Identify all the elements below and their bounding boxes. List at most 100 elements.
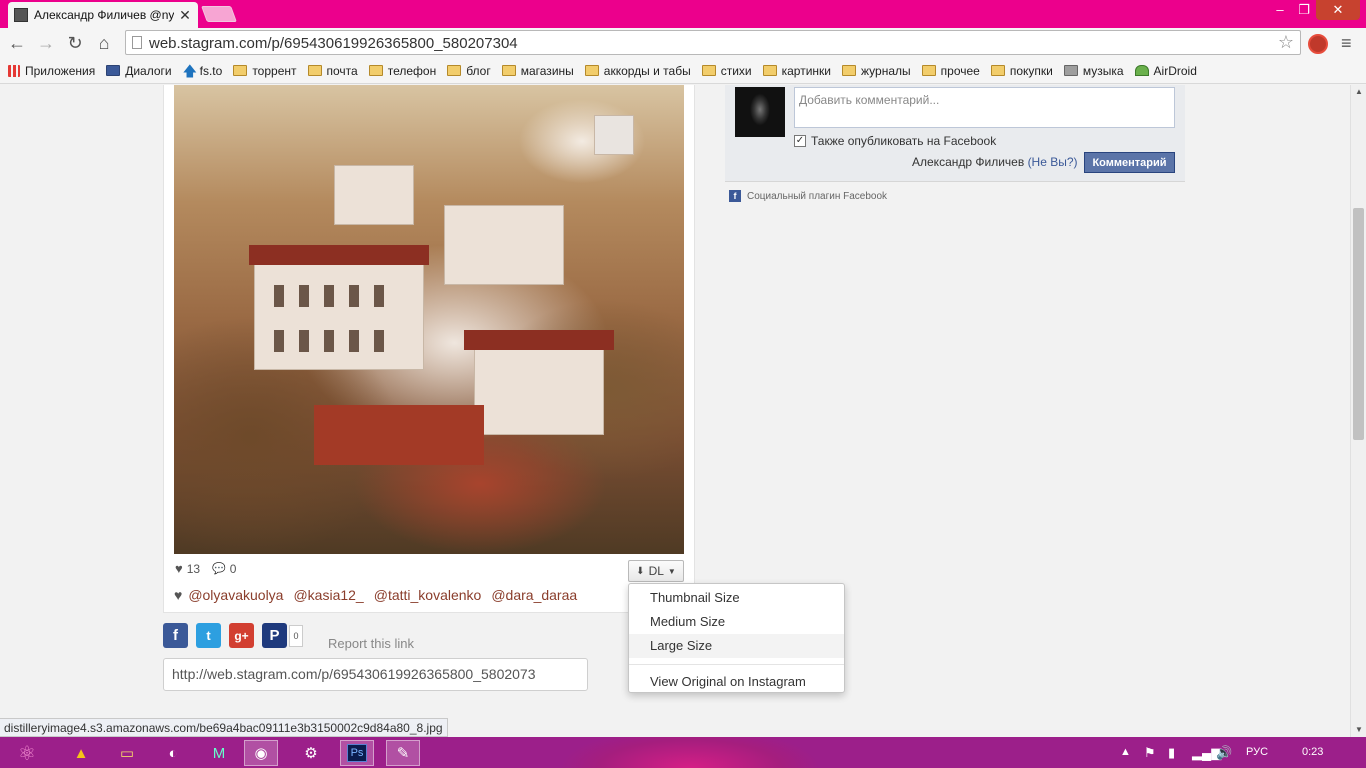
- menu-item-large[interactable]: Large Size: [629, 634, 844, 658]
- facebook-crosspost-option[interactable]: ✓ Также опубликовать на Facebook: [794, 134, 996, 148]
- tab-favicon-icon: [14, 8, 28, 22]
- bookmark-folder[interactable]: блог: [447, 64, 491, 78]
- bookmark-label: магазины: [520, 63, 574, 78]
- bookmark-music[interactable]: музыка: [1063, 64, 1124, 78]
- maximize-button[interactable]: ❐: [1290, 0, 1318, 20]
- liker-link[interactable]: @tatti_kovalenko: [374, 587, 482, 603]
- page-content: ♥ 13 💬 0 ⬇ DL ▼ ♥ @olyavakuolya @kasia12…: [0, 85, 1350, 737]
- scroll-down-icon[interactable]: ▼: [1351, 723, 1366, 737]
- menu-item-view-original[interactable]: View Original on Instagram: [629, 670, 844, 694]
- liker-link[interactable]: @dara_daraa: [491, 587, 577, 603]
- comment-bubble-icon: 💬: [212, 563, 226, 575]
- bookmark-star-icon[interactable]: ☆: [1278, 32, 1294, 53]
- back-arrow-icon[interactable]: ←: [6, 32, 28, 54]
- bookmark-folder[interactable]: магазины: [501, 63, 574, 78]
- photo-window: [299, 285, 309, 307]
- comment-submit-button[interactable]: Комментарий: [1084, 152, 1175, 173]
- tray-expand-icon[interactable]: ▲: [1120, 737, 1131, 768]
- photo-roof: [249, 245, 429, 265]
- facebook-crosspost-checkbox[interactable]: ✓: [794, 135, 806, 147]
- arrow-up-icon: 🡅: [182, 62, 198, 79]
- not-you-link[interactable]: (Не Вы?): [1028, 155, 1078, 169]
- bookmark-label: прочее: [940, 63, 980, 78]
- bookmark-folder[interactable]: покупки: [990, 63, 1053, 78]
- permalink-field[interactable]: http://web.stagram.com/p/695430619926365…: [163, 658, 588, 691]
- menu-divider: [629, 664, 844, 665]
- folder-icon: [762, 65, 777, 76]
- file-explorer-icon[interactable]: ▭: [110, 740, 144, 766]
- photoshop-icon[interactable]: Ps: [340, 740, 374, 766]
- bookmark-label: блог: [466, 63, 491, 78]
- clock[interactable]: 0:23: [1302, 737, 1323, 768]
- address-bar[interactable]: web.stagram.com/p/695430619926365800_580…: [125, 30, 1301, 55]
- menu-item-thumbnail[interactable]: Thumbnail Size: [629, 586, 844, 610]
- bookmarks-bar: Приложения Диалоги 🡅 fs.to торрент почта …: [0, 58, 1366, 84]
- browser-tab[interactable]: Александр Филичев @ny ✕: [8, 2, 198, 28]
- bookmark-airdroid[interactable]: AirDroid: [1134, 64, 1197, 78]
- bookmark-apps[interactable]: Приложения: [8, 64, 95, 78]
- liker-link[interactable]: @kasia12_: [293, 587, 363, 603]
- photo-roof: [314, 405, 484, 465]
- pinterest-share-icon[interactable]: P: [262, 623, 287, 648]
- scroll-thumb[interactable]: [1353, 208, 1364, 440]
- home-icon[interactable]: ⌂: [93, 32, 115, 54]
- download-dropdown-button[interactable]: ⬇ DL ▼: [628, 560, 684, 582]
- new-tab-button[interactable]: [201, 6, 237, 22]
- battery-icon[interactable]: ▮: [1168, 737, 1175, 768]
- google-plus-share-icon[interactable]: g+: [229, 623, 254, 648]
- folder-icon: [501, 65, 516, 76]
- bookmark-folder[interactable]: почта: [307, 64, 358, 78]
- photo-window: [324, 285, 334, 307]
- extension-icon[interactable]: [1308, 34, 1328, 54]
- photo-window: [324, 330, 334, 352]
- app-warning-icon[interactable]: ▲: [64, 740, 98, 766]
- twitter-share-icon[interactable]: t: [196, 623, 221, 648]
- bookmark-label: fs.to: [199, 63, 223, 78]
- mail-app-icon[interactable]: M: [202, 740, 236, 766]
- bookmark-folder[interactable]: картинки: [762, 63, 831, 78]
- start-button[interactable]: ⚛: [10, 740, 44, 766]
- browser-app-icon[interactable]: ◐: [156, 740, 190, 766]
- browser-menu-icon[interactable]: ≡: [1341, 33, 1352, 54]
- post-photo[interactable]: [174, 85, 684, 554]
- photoshop-label: Ps: [346, 744, 368, 762]
- chrome-taskbar-icon[interactable]: ◉: [244, 740, 278, 766]
- bookmark-folder[interactable]: торрент: [233, 64, 297, 78]
- facebook-plugin-credit[interactable]: f Социальный плагин Facebook: [729, 190, 887, 202]
- plugin-label: Социальный плагин Facebook: [747, 190, 888, 202]
- bookmark-label: телефон: [387, 63, 437, 78]
- post-stats: ♥ 13 💬 0: [175, 561, 236, 576]
- bookmark-label: картинки: [781, 63, 831, 78]
- bookmark-label: покупки: [1009, 63, 1053, 78]
- page-scrollbar[interactable]: ▲ ▼: [1350, 85, 1366, 737]
- menu-item-medium[interactable]: Medium Size: [629, 610, 844, 634]
- comment-input[interactable]: Добавить комментарий...: [794, 87, 1175, 128]
- facebook-share-icon[interactable]: f: [163, 623, 188, 648]
- close-window-button[interactable]: ✕: [1316, 0, 1360, 20]
- bookmark-folder[interactable]: телефон: [368, 63, 437, 78]
- language-indicator[interactable]: РУС: [1246, 737, 1268, 768]
- bookmark-folder[interactable]: стихи: [701, 64, 752, 78]
- steam-icon[interactable]: ⚙: [294, 740, 328, 766]
- heart-icon[interactable]: ♥: [175, 561, 183, 576]
- forward-arrow-icon[interactable]: →: [35, 32, 57, 54]
- liker-link[interactable]: @olyavakuolya: [188, 587, 283, 603]
- bookmark-dialogs[interactable]: Диалоги: [106, 64, 172, 78]
- bookmark-folder[interactable]: журналы: [842, 64, 911, 78]
- volume-icon[interactable]: 🔊: [1216, 737, 1232, 768]
- flag-icon[interactable]: ⚑: [1144, 737, 1156, 768]
- address-url[interactable]: web.stagram.com/p/695430619926365800_580…: [149, 35, 518, 52]
- folder-icon: [584, 65, 599, 76]
- photo-building: [334, 165, 414, 225]
- bookmark-folder[interactable]: прочее: [921, 63, 980, 78]
- report-link[interactable]: Report this link: [328, 636, 414, 651]
- taskbar: ⚛ ▲ ▭ ◐ M ◉ ⚙ Ps ✎ ▲ ⚑ ▮ ▂▄▆ 🔊 РУС 0:23: [0, 737, 1366, 768]
- paint-app-icon[interactable]: ✎: [386, 740, 420, 766]
- photo-window: [274, 285, 284, 307]
- tab-close-icon[interactable]: ✕: [178, 7, 192, 24]
- reload-icon[interactable]: ↻: [64, 32, 86, 54]
- likers-list: ♥ @olyavakuolya @kasia12_ @tatti_kovalen…: [174, 587, 587, 603]
- bookmark-fs-to[interactable]: 🡅 fs.to: [183, 64, 223, 78]
- scroll-up-icon[interactable]: ▲: [1351, 85, 1366, 99]
- bookmark-folder[interactable]: аккорды и табы: [584, 64, 691, 78]
